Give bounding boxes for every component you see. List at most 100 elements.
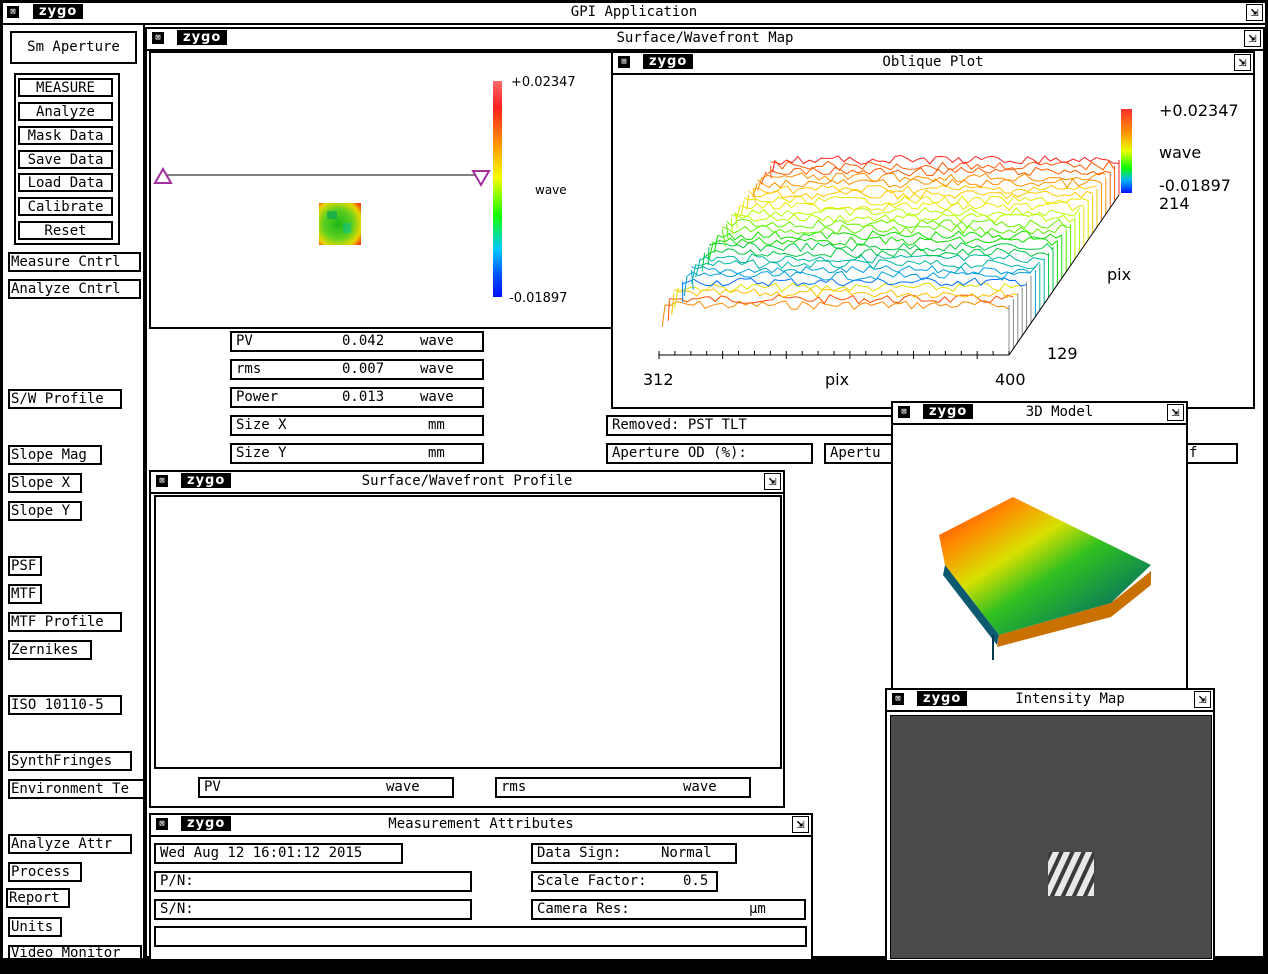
profile-start-marker-icon[interactable] xyxy=(153,166,173,184)
oblique-y-label: pix xyxy=(1107,265,1132,284)
attributes-resize-icon[interactable]: ⇲ xyxy=(792,816,809,833)
power-field: Power 0.013 wave xyxy=(230,387,484,408)
surface-map-resize-icon[interactable]: ⇲ xyxy=(1244,30,1261,47)
app-title: GPI Application xyxy=(570,4,698,20)
slope-y-button[interactable]: Slope Y xyxy=(8,501,82,521)
zernikes-button[interactable]: Zernikes xyxy=(8,640,92,660)
pv-value: 0.042 xyxy=(342,333,385,349)
oblique-titlebar: ⊠ zygo Oblique Plot ⇲ xyxy=(613,53,1253,75)
scale-factor-label: Scale Factor: xyxy=(537,873,647,889)
profile-rms-label: rms xyxy=(501,779,527,795)
profile-pv-unit: wave xyxy=(386,779,420,795)
intensity-resize-icon[interactable]: ⇲ xyxy=(1194,691,1211,708)
mtf-button[interactable]: MTF xyxy=(8,584,42,604)
slope-mag-button[interactable]: Slope Mag xyxy=(8,445,102,465)
surface-map-titlebar: ⊠ zygo Surface/Wavefront Map ⇲ xyxy=(147,29,1263,51)
load-data-button[interactable]: Load Data xyxy=(18,173,113,192)
profile-resize-icon[interactable]: ⇲ xyxy=(764,473,781,490)
video-monitor-button[interactable]: Video Monitor xyxy=(8,945,142,958)
analyze-button[interactable]: Analyze xyxy=(18,102,113,121)
surface-map-title: Surface/Wavefront Map xyxy=(616,30,794,46)
intensity-map-window: ⊠ zygo Intensity Map ⇲ xyxy=(885,688,1215,960)
rms-value: 0.007 xyxy=(342,361,385,377)
oblique-x-label: pix xyxy=(825,370,850,389)
app-resize-icon[interactable]: ⇲ xyxy=(1246,4,1263,21)
slope-x-button[interactable]: Slope X xyxy=(8,473,82,493)
model-3d-close-icon[interactable]: ⊠ xyxy=(898,406,910,418)
oblique-edge-line xyxy=(770,165,772,179)
scale-factor-value: 0.5 xyxy=(683,873,709,889)
oblique-resize-icon[interactable]: ⇲ xyxy=(1234,54,1251,71)
oblique-edge-line xyxy=(746,194,750,210)
profile-pv-label: PV xyxy=(204,779,221,795)
profile-rms-unit: wave xyxy=(683,779,717,795)
profile-title: Surface/Wavefront Profile xyxy=(361,473,573,489)
measure-cntrl-button[interactable]: Measure Cntrl xyxy=(8,252,141,272)
intensity-image xyxy=(890,715,1212,959)
oblique-trace xyxy=(682,277,1027,287)
measure-button[interactable]: MEASURE xyxy=(18,78,113,97)
profile-end-marker-icon[interactable] xyxy=(471,170,491,188)
aperture-id-field: Apertu xyxy=(824,443,894,464)
size-x-unit: mm xyxy=(428,417,445,433)
oblique-edge-line xyxy=(726,223,729,241)
oblique-edge-line xyxy=(683,275,688,297)
oblique-plot-window: ⊠ zygo Oblique Plot ⇲ +0.02347 wave -0.0… xyxy=(611,51,1255,409)
save-data-button[interactable]: Save Data xyxy=(18,150,113,169)
model-3d-surface xyxy=(939,497,1151,635)
oblique-x-max: 400 xyxy=(995,370,1026,389)
size-x-label: Size X xyxy=(236,417,287,433)
synthfringes-button[interactable]: SynthFringes xyxy=(8,751,132,771)
units-button[interactable]: Units xyxy=(8,917,62,937)
pv-label: PV xyxy=(236,333,253,349)
pn-field[interactable]: P/N: xyxy=(154,871,472,892)
sn-field[interactable]: S/N: xyxy=(154,899,472,920)
oblique-trace xyxy=(664,300,1010,311)
mtf-profile-button[interactable]: MTF Profile xyxy=(8,612,122,632)
oblique-edge-line xyxy=(667,299,670,321)
model-3d-window: ⊠ zygo 3D Model ⇲ xyxy=(891,401,1188,693)
calibrate-button[interactable]: Calibrate xyxy=(18,197,113,216)
reset-button[interactable]: Reset xyxy=(18,221,113,240)
scale-factor-field: Scale Factor: 0.5 xyxy=(531,871,718,892)
map-scale-unit: wave xyxy=(535,183,567,197)
mask-data-button[interactable]: Mask Data xyxy=(18,126,113,145)
oblique-x-min: 312 xyxy=(643,370,674,389)
oblique-edge-line xyxy=(661,304,666,328)
iso-10110-5-button[interactable]: ISO 10110-5 xyxy=(8,695,122,715)
profile-pv-field: PV wave xyxy=(198,777,454,798)
oblique-edge-line xyxy=(701,252,706,272)
power-label: Power xyxy=(236,389,279,405)
data-sign-label: Data Sign: xyxy=(537,845,622,861)
attributes-title: Measurement Attributes xyxy=(388,816,574,832)
oblique-edge-line xyxy=(740,200,745,216)
sm-aperture-button[interactable]: Sm Aperture xyxy=(10,31,137,64)
oblique-trace xyxy=(739,201,1084,212)
process-button[interactable]: Process xyxy=(8,862,82,882)
date-field: Wed Aug 12 16:01:12 2015 xyxy=(154,843,403,864)
report-button[interactable]: Report xyxy=(6,888,70,908)
analyze-attr-button[interactable]: Analyze Attr xyxy=(8,834,132,854)
analyze-cntrl-button[interactable]: Analyze Cntrl xyxy=(8,279,141,299)
size-y-label: Size Y xyxy=(236,445,287,461)
environment-button[interactable]: Environment Te xyxy=(8,779,145,799)
notes-field[interactable] xyxy=(154,926,807,947)
oblique-scale-unit: wave xyxy=(1159,143,1202,162)
psf-button[interactable]: PSF xyxy=(8,556,42,576)
oblique-scale-max: +0.02347 xyxy=(1159,101,1239,120)
fringe-pattern-icon xyxy=(1048,852,1094,896)
oblique-y-min: 129 xyxy=(1047,344,1078,363)
oblique-trace xyxy=(691,265,1036,275)
oblique-plot-svg xyxy=(658,109,1132,359)
app-titlebar: ⊠ zygo GPI Application ⇲ xyxy=(3,3,1265,25)
sw-profile-button[interactable]: S/W Profile xyxy=(8,389,122,409)
attributes-titlebar: ⊠ zygo Measurement Attributes ⇲ xyxy=(151,815,811,837)
profile-window: ⊠ zygo Surface/Wavefront Profile ⇲ PV wa… xyxy=(149,470,785,808)
power-unit: wave xyxy=(420,389,454,405)
oblique-scale-min: -0.01897 xyxy=(1159,176,1231,195)
size-y-field: Size Y mm xyxy=(230,443,484,464)
intensity-close-icon[interactable]: ⊠ xyxy=(892,693,904,705)
size-y-unit: mm xyxy=(428,445,445,461)
gpi-application-window: ⊠ zygo GPI Application ⇲ Sm Aperture MEA… xyxy=(2,2,1266,960)
model-3d-resize-icon[interactable]: ⇲ xyxy=(1167,404,1184,421)
